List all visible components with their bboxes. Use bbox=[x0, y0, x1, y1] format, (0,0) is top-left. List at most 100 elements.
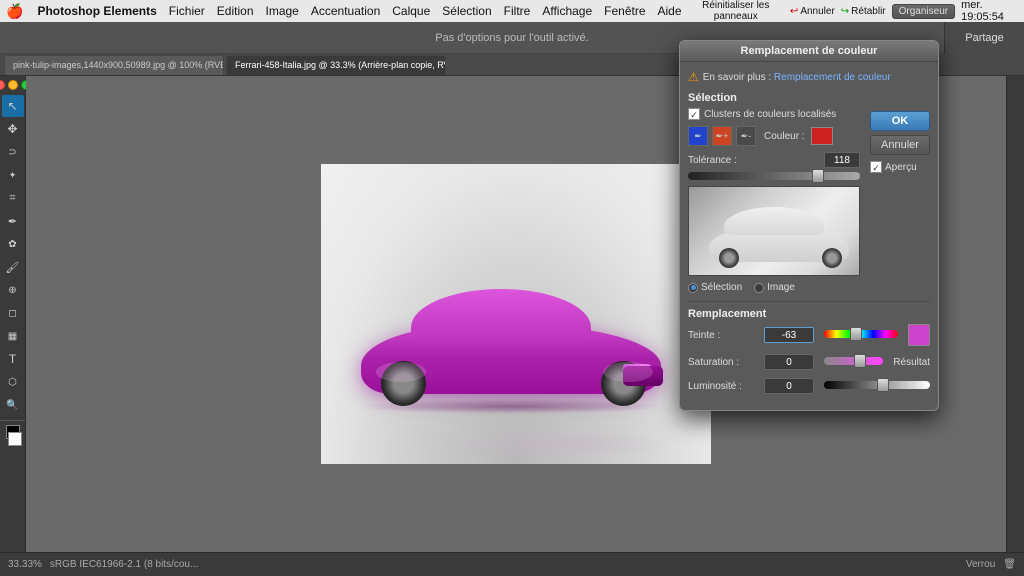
tool-text[interactable]: T bbox=[2, 348, 24, 370]
menu-edition[interactable]: Edition bbox=[217, 4, 254, 18]
apercu-check[interactable] bbox=[870, 161, 882, 173]
couleur-label: Couleur : bbox=[764, 131, 805, 142]
win-min[interactable] bbox=[8, 80, 18, 90]
luminosite-row: Luminosité : 0 bbox=[688, 378, 930, 394]
trash-icon[interactable]: 🗑 bbox=[1003, 559, 1016, 570]
tool-eraser[interactable]: ◻ bbox=[2, 302, 24, 324]
reset-panels-button[interactable]: Réinitialiser les panneaux bbox=[688, 0, 784, 22]
tool-eyedropper[interactable]: ✒ bbox=[2, 210, 24, 232]
section-title: Sélection bbox=[688, 92, 860, 104]
menu-affichage[interactable]: Affichage bbox=[542, 4, 592, 18]
eyedropper-tool-1[interactable]: ✒ bbox=[688, 126, 708, 146]
teinte-thumb[interactable] bbox=[850, 327, 862, 341]
help-link[interactable]: Remplacement de couleur bbox=[774, 72, 891, 83]
help-prefix: En savoir plus : bbox=[703, 72, 771, 83]
teinte-value-box[interactable]: -63 bbox=[764, 327, 814, 343]
tool-magic[interactable]: ✦ bbox=[2, 164, 24, 186]
clusters-row: Clusters de couleurs localisés bbox=[688, 108, 860, 120]
win-close[interactable] bbox=[0, 80, 5, 90]
tab-0[interactable]: pink-tulip-images,1440x900,50989.jpg @ 1… bbox=[4, 55, 224, 75]
partage-label: Partage bbox=[965, 32, 1004, 44]
radio-selection[interactable]: Sélection bbox=[688, 282, 742, 293]
preview-car bbox=[704, 200, 854, 270]
resultat-swatch[interactable] bbox=[908, 324, 930, 346]
tool-lasso[interactable]: ⊃ bbox=[2, 141, 24, 163]
radio-selection-label: Sélection bbox=[701, 282, 742, 293]
tab-1-label: Ferrari-458-Italia.jpg @ 33.3% (Arrière-… bbox=[235, 60, 446, 70]
right-panel bbox=[1006, 76, 1024, 552]
preview-area bbox=[688, 186, 860, 276]
color-bg[interactable] bbox=[8, 432, 22, 446]
retablir-button[interactable]: ↪Rétablir bbox=[841, 6, 886, 17]
menu-filtre[interactable]: Filtre bbox=[504, 4, 531, 18]
resultat-label-2: Résultat bbox=[893, 357, 930, 368]
canvas-image bbox=[321, 164, 711, 464]
menu-selection[interactable]: Sélection bbox=[442, 4, 491, 18]
tolerance-slider[interactable] bbox=[688, 172, 860, 180]
menu-calque[interactable]: Calque bbox=[392, 4, 430, 18]
radio-image-btn[interactable] bbox=[754, 283, 764, 293]
left-toolbox: ↖ ✥ ⊃ ✦ ⌗ ✒ ✿ 🖌 ⊕ ◻ ▦ T ⬡ 🔍 bbox=[0, 76, 26, 552]
help-icon: ⚠ bbox=[688, 70, 699, 84]
radio-image[interactable]: Image bbox=[754, 282, 795, 293]
tolerance-thumb[interactable] bbox=[812, 169, 824, 183]
menu-right: Réinitialiser les panneaux ↩Annuler ↪Rét… bbox=[688, 0, 1018, 23]
help-row: ⚠ En savoir plus : Remplacement de coule… bbox=[688, 70, 930, 84]
radio-selection-btn[interactable] bbox=[688, 283, 698, 293]
dialog-title: Remplacement de couleur bbox=[741, 45, 878, 57]
organiseur-button[interactable]: Organiseur bbox=[892, 4, 955, 19]
clusters-checkbox[interactable] bbox=[688, 108, 700, 120]
tool-gradient[interactable]: ▦ bbox=[2, 325, 24, 347]
tool-shape[interactable]: ⬡ bbox=[2, 371, 24, 393]
clock: mer. 19:05:54 bbox=[961, 0, 1018, 23]
clusters-label: Clusters de couleurs localisés bbox=[704, 109, 836, 120]
teinte-row: Teinte : -63 Résultat bbox=[688, 324, 930, 346]
tool-crop[interactable]: ⌗ bbox=[2, 187, 24, 209]
saturation-slider[interactable] bbox=[824, 357, 883, 365]
couleur-swatch[interactable] bbox=[811, 127, 833, 145]
tolerance-row: Tolérance : 118 bbox=[688, 152, 860, 168]
luminosite-thumb[interactable] bbox=[877, 378, 889, 392]
replacement-section: Remplacement Teinte : -63 Résultat Satur… bbox=[688, 301, 930, 394]
luminosite-value-box[interactable]: 0 bbox=[764, 378, 814, 394]
menu-fichier[interactable]: Fichier bbox=[169, 4, 205, 18]
eyedropper-tool-3[interactable]: ✒- bbox=[736, 126, 756, 146]
apercu-label: Aperçu bbox=[885, 162, 917, 173]
teinte-label: Teinte : bbox=[688, 330, 758, 341]
tool-zoom[interactable]: 🔍 bbox=[2, 394, 24, 416]
menu-image[interactable]: Image bbox=[266, 4, 299, 18]
teinte-slider[interactable] bbox=[824, 330, 898, 338]
tool-brush[interactable]: 🖌 bbox=[2, 256, 24, 278]
tab-1[interactable]: Ferrari-458-Italia.jpg @ 33.3% (Arrière-… bbox=[226, 55, 446, 75]
saturation-value-box[interactable]: 0 bbox=[764, 354, 814, 370]
annuler-button[interactable]: ↩Annuler bbox=[790, 6, 835, 17]
saturation-thumb[interactable] bbox=[854, 354, 866, 368]
menu-fenetre[interactable]: Fenêtre bbox=[604, 4, 645, 18]
tool-move[interactable]: ✥ bbox=[2, 118, 24, 140]
menu-accentuation[interactable]: Accentuation bbox=[311, 4, 380, 18]
cancel-dialog-button[interactable]: Annuler bbox=[870, 135, 930, 155]
tool-clone[interactable]: ⊕ bbox=[2, 279, 24, 301]
menu-aide[interactable]: Aide bbox=[658, 4, 682, 18]
ok-button[interactable]: OK bbox=[870, 111, 930, 131]
menu-photoshop[interactable]: Photoshop Elements bbox=[37, 4, 156, 18]
lock-label: Verrou bbox=[966, 559, 995, 570]
apercu-checkbox[interactable]: Aperçu bbox=[870, 159, 930, 175]
dialog-titlebar: Remplacement de couleur bbox=[680, 41, 938, 62]
replacement-title: Remplacement bbox=[688, 308, 930, 320]
apple-menu[interactable]: 🍎 bbox=[6, 3, 23, 20]
luminosite-slider[interactable] bbox=[824, 381, 930, 389]
tool-heal[interactable]: ✿ bbox=[2, 233, 24, 255]
tab-0-label: pink-tulip-images,1440x900,50989.jpg @ 1… bbox=[13, 60, 224, 70]
eyedropper-tool-2[interactable]: ✒+ bbox=[712, 126, 732, 146]
tolerance-value[interactable]: 118 bbox=[824, 152, 860, 168]
radio-row: Sélection Image bbox=[688, 282, 860, 293]
radio-image-label: Image bbox=[767, 282, 795, 293]
tolerance-label: Tolérance : bbox=[688, 155, 737, 166]
menu-bar: 🍎 Photoshop Elements Fichier Edition Ima… bbox=[0, 0, 1024, 22]
color-tools-row: ✒ ✒+ ✒- Couleur : bbox=[688, 126, 860, 146]
org-panel: Partage bbox=[944, 22, 1024, 54]
zoom-level: 33.33% bbox=[8, 559, 42, 570]
color-replace-dialog: Remplacement de couleur OK Annuler Aperç… bbox=[679, 40, 939, 411]
tool-select[interactable]: ↖ bbox=[2, 95, 24, 117]
